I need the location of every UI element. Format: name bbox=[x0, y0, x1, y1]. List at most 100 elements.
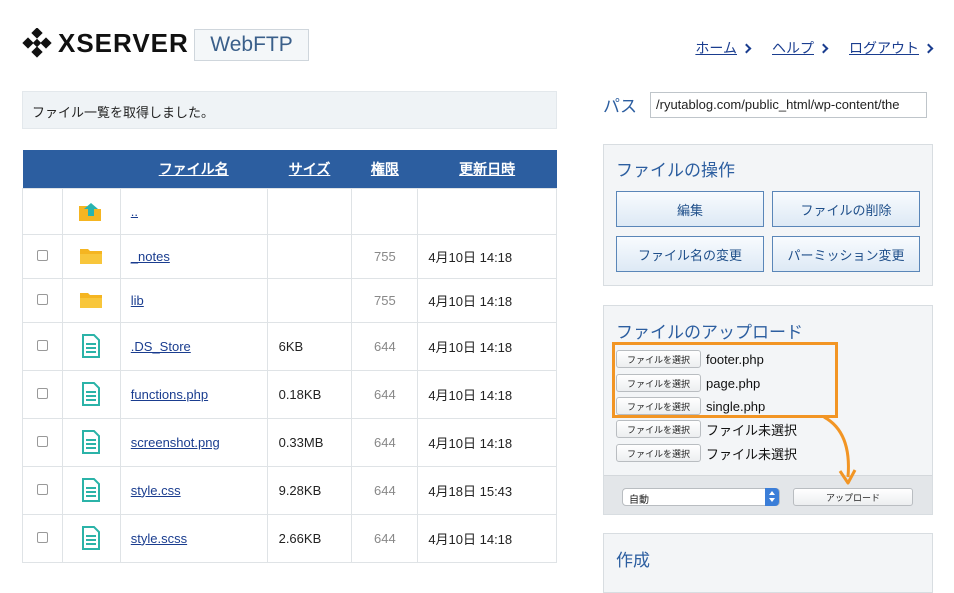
row-checkbox-cell bbox=[22, 465, 63, 515]
row-perm-cell: 755 bbox=[351, 277, 419, 323]
table-row: .DS_Store 6KB 644 4月10日 14:18 bbox=[22, 321, 557, 371]
row-checkbox-cell bbox=[22, 187, 63, 235]
file-select-row: ファイルを選択 ファイル未選択 bbox=[616, 443, 797, 463]
sort-by-size[interactable]: サイズ bbox=[267, 150, 352, 188]
transfer-mode-select[interactable]: 自動 bbox=[622, 488, 780, 506]
status-message: ファイル一覧を取得しました。 bbox=[22, 91, 557, 129]
file-link[interactable]: style.scss bbox=[131, 531, 187, 546]
file-link[interactable]: .DS_Store bbox=[131, 339, 191, 354]
path-input[interactable]: /ryutablog.com/public_html/wp-content/th… bbox=[650, 92, 927, 118]
row-checkbox-cell bbox=[22, 369, 63, 419]
create-title: 作成 bbox=[616, 551, 650, 570]
table-row: functions.php 0.18KB 644 4月10日 14:18 bbox=[22, 369, 557, 419]
row-size-cell bbox=[266, 233, 353, 279]
document-icon bbox=[82, 430, 101, 454]
row-perm-cell: 644 bbox=[351, 465, 419, 515]
header-checkbox-cell bbox=[22, 150, 63, 188]
top-nav: ホーム ヘルプ ログアウト bbox=[695, 38, 934, 58]
document-icon bbox=[82, 334, 101, 358]
row-checkbox-cell bbox=[22, 277, 63, 323]
row-perm-cell: 644 bbox=[351, 513, 419, 563]
choose-file-button[interactable]: ファイルを選択 bbox=[616, 420, 701, 438]
sort-by-permission[interactable]: 権限 bbox=[351, 150, 418, 188]
upload-button[interactable]: アップロード bbox=[793, 488, 913, 506]
table-row: _notes 755 4月10日 14:18 bbox=[22, 233, 557, 279]
header-icon-cell bbox=[62, 150, 121, 188]
row-name-cell: style.scss bbox=[119, 513, 268, 563]
chevron-right-icon bbox=[923, 43, 934, 53]
row-name-cell: screenshot.png bbox=[119, 417, 268, 467]
upload-controls: 自動 アップロード bbox=[604, 475, 932, 514]
row-checkbox-cell bbox=[22, 417, 63, 467]
chevron-right-icon bbox=[741, 43, 752, 53]
parent-folder-icon bbox=[79, 203, 102, 221]
row-perm-cell: 644 bbox=[351, 369, 419, 419]
row-checkbox[interactable] bbox=[36, 293, 48, 305]
folder-icon bbox=[80, 293, 103, 308]
change-permission-button[interactable]: パーミッション変更 bbox=[772, 236, 920, 272]
transfer-mode-value: 自動 bbox=[629, 495, 649, 506]
table-header-row: ファイル名 サイズ 権限 更新日時 bbox=[22, 150, 557, 188]
file-link[interactable]: _notes bbox=[131, 249, 170, 264]
rename-file-button[interactable]: ファイル名の変更 bbox=[616, 236, 764, 272]
row-name-cell: _notes bbox=[119, 233, 268, 279]
nav-logout-link[interactable]: ログアウト bbox=[849, 38, 934, 58]
row-size-cell: 9.28KB bbox=[266, 465, 353, 515]
xserver-logo: XSERVER bbox=[22, 26, 189, 60]
file-link[interactable]: lib bbox=[131, 293, 144, 308]
row-checkbox[interactable] bbox=[36, 339, 48, 351]
row-checkbox[interactable] bbox=[36, 531, 48, 543]
nav-home-link[interactable]: ホーム bbox=[695, 38, 752, 58]
file-link[interactable]: .. bbox=[131, 204, 138, 219]
row-icon-cell bbox=[61, 417, 121, 467]
delete-file-button[interactable]: ファイルの削除 bbox=[772, 191, 920, 227]
row-date-cell: 4月10日 14:18 bbox=[417, 233, 557, 279]
row-icon-cell bbox=[61, 465, 121, 515]
header-size-label: サイズ bbox=[288, 160, 331, 177]
choose-file-button[interactable]: ファイルを選択 bbox=[616, 444, 701, 462]
table-row: style.css 9.28KB 644 4月18日 15:43 bbox=[22, 465, 557, 515]
row-checkbox[interactable] bbox=[36, 249, 48, 261]
row-icon-cell bbox=[61, 187, 121, 235]
edit-button[interactable]: 編集 bbox=[616, 191, 764, 227]
folder-icon bbox=[80, 249, 103, 264]
row-icon-cell bbox=[61, 277, 121, 323]
row-name-cell: .. bbox=[119, 187, 268, 235]
row-perm-cell: 644 bbox=[351, 417, 419, 467]
brand-name: XSERVER bbox=[58, 27, 189, 58]
row-checkbox[interactable] bbox=[36, 483, 48, 495]
row-icon-cell bbox=[61, 513, 121, 563]
row-icon-cell bbox=[61, 233, 121, 279]
file-link[interactable]: functions.php bbox=[131, 387, 208, 402]
path-label: パス bbox=[603, 97, 637, 116]
chevron-right-icon bbox=[818, 43, 829, 53]
row-date-cell: 4月10日 14:18 bbox=[417, 513, 557, 563]
table-row: .. bbox=[22, 187, 557, 235]
table-row: lib 755 4月10日 14:18 bbox=[22, 277, 557, 323]
row-date-cell: 4月18日 15:43 bbox=[417, 465, 557, 515]
row-checkbox-cell bbox=[22, 321, 63, 371]
row-date-cell: 4月10日 14:18 bbox=[417, 321, 557, 371]
row-perm-cell: 644 bbox=[351, 321, 419, 371]
document-icon bbox=[82, 478, 101, 502]
row-name-cell: style.css bbox=[119, 465, 268, 515]
row-name-cell: functions.php bbox=[119, 369, 268, 419]
table-row: style.scss 2.66KB 644 4月10日 14:18 bbox=[22, 513, 557, 563]
row-icon-cell bbox=[61, 321, 121, 371]
file-link[interactable]: screenshot.png bbox=[131, 435, 220, 450]
header-date-label: 更新日時 bbox=[459, 160, 516, 177]
row-checkbox[interactable] bbox=[36, 435, 48, 447]
table-row: screenshot.png 0.33MB 644 4月10日 14:18 bbox=[22, 417, 557, 467]
document-icon bbox=[82, 526, 101, 550]
nav-logout-label: ログアウト bbox=[849, 40, 919, 56]
file-link[interactable]: style.css bbox=[131, 483, 181, 498]
nav-help-link[interactable]: ヘルプ bbox=[772, 38, 829, 58]
sort-by-date[interactable]: 更新日時 bbox=[417, 150, 557, 188]
row-checkbox[interactable] bbox=[36, 387, 48, 399]
row-perm-cell: 755 bbox=[351, 233, 419, 279]
row-size-cell: 0.18KB bbox=[266, 369, 353, 419]
nav-home-label: ホーム bbox=[695, 40, 737, 56]
nav-help-label: ヘルプ bbox=[772, 40, 814, 56]
sort-by-name[interactable]: ファイル名 bbox=[120, 150, 268, 188]
annotation-arrow-icon bbox=[823, 415, 857, 485]
